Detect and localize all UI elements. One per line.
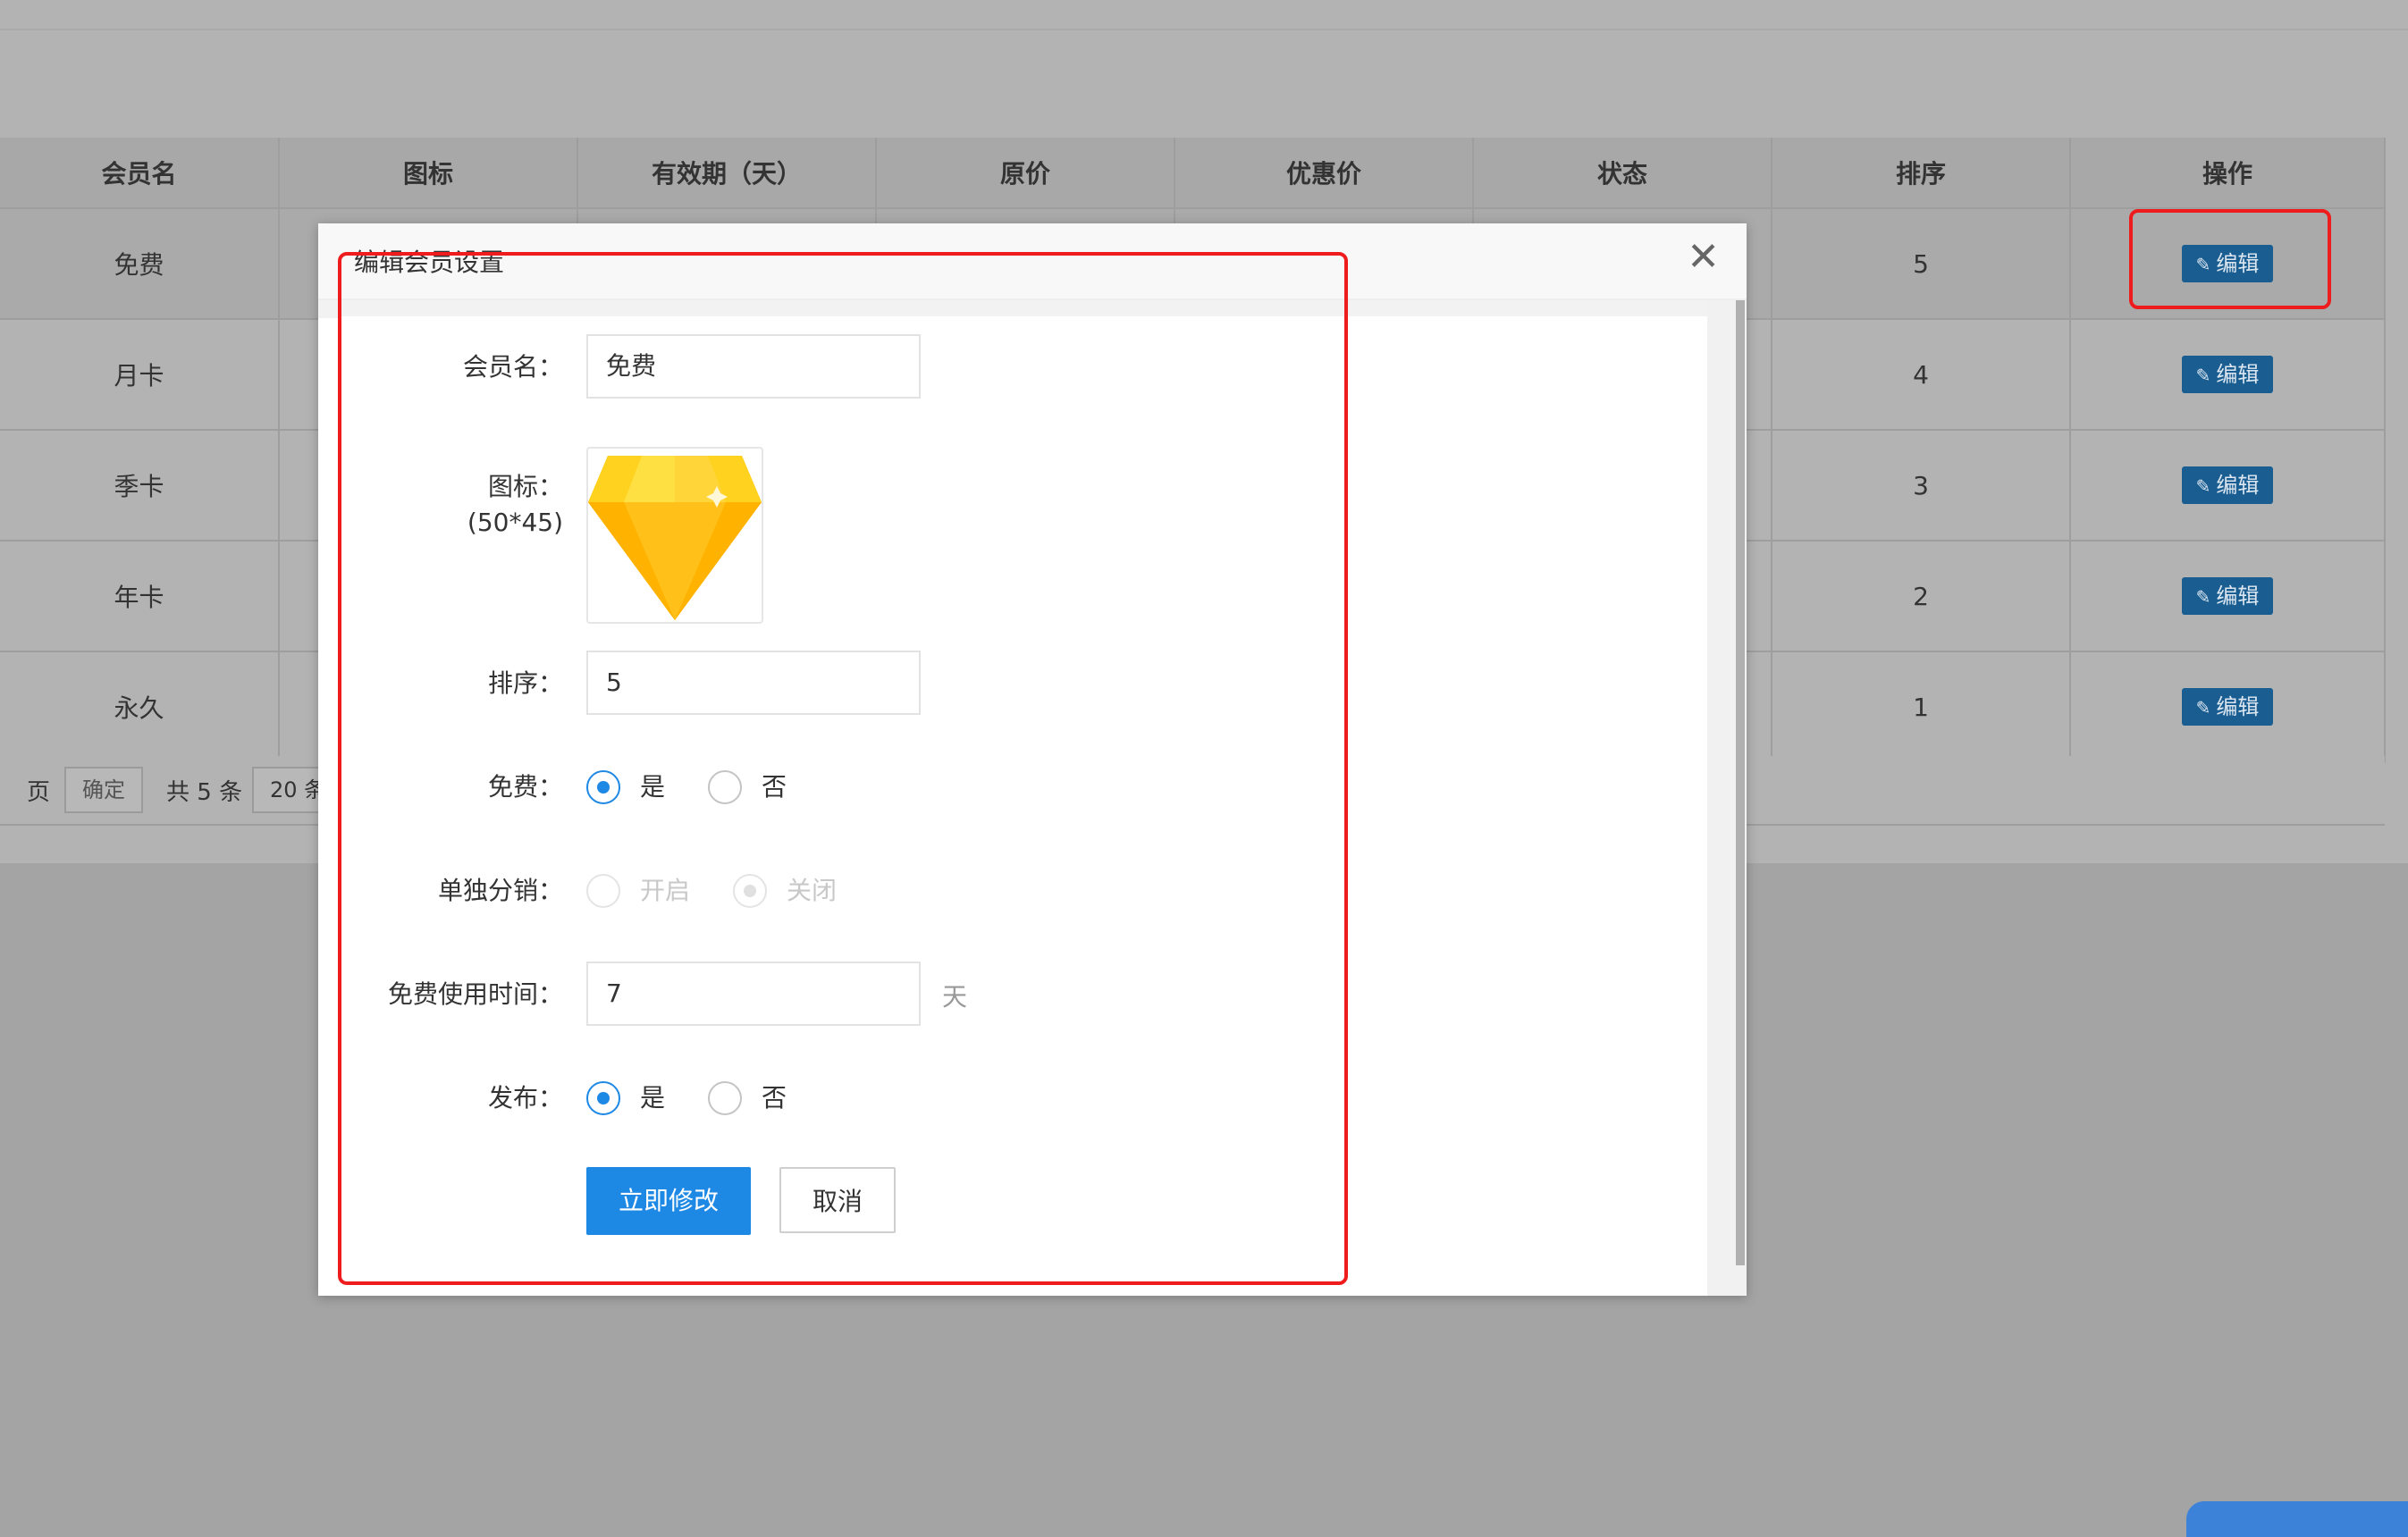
column-header: 操作 [2070,138,2386,209]
column-header: 原价 [876,138,1175,209]
member-name-cell: 永久 [0,651,280,763]
sort-cell: 4 [1772,319,2071,431]
column-header: 排序 [1772,138,2071,209]
page-confirm-button[interactable]: 确定 [64,767,143,813]
edit-button[interactable]: ✎ 编辑 [2182,688,2273,726]
sort-cell: 5 [1772,208,2071,320]
pencil-icon: ✎ [2195,697,2211,718]
table-header-row: 会员名 图标 有效期（天） 原价 优惠价 状态 排序 操作 [0,138,2386,209]
pencil-icon: ✎ [2195,365,2211,386]
member-name-cell: 免费 [0,208,280,320]
column-header: 优惠价 [1175,138,1474,209]
sort-cell: 1 [1772,651,2071,763]
column-header: 状态 [1473,138,1772,209]
member-name-cell: 月卡 [0,319,280,431]
divider [0,29,2408,30]
column-header: 图标 [279,138,578,209]
close-icon[interactable]: ✕ [1687,238,1720,277]
total-count: 共 5 条 [166,779,243,806]
scrollbar-thumb[interactable] [1736,300,1745,1265]
pencil-icon: ✎ [2195,475,2211,497]
sort-cell: 3 [1772,430,2071,542]
column-header: 会员名 [0,138,280,209]
page-label: 页 [27,779,51,806]
action-cell: ✎ 编辑 [2070,541,2386,652]
action-cell: ✎ 编辑 [2070,319,2386,431]
edit-button[interactable]: ✎ 编辑 [2182,577,2273,615]
action-cell: ✎ 编辑 [2070,430,2386,542]
edit-button[interactable]: ✎ 编辑 [2182,356,2273,393]
edit-button[interactable]: ✎ 编辑 [2182,466,2273,504]
highlight-box-form [338,252,1348,1285]
pencil-icon: ✎ [2195,586,2211,608]
sort-cell: 2 [1772,541,2071,652]
member-name-cell: 年卡 [0,541,280,652]
highlight-box-edit [2129,209,2331,309]
floating-widget[interactable] [2186,1501,2408,1537]
action-cell: ✎ 编辑 [2070,651,2386,763]
column-header: 有效期（天） [577,138,877,209]
member-name-cell: 季卡 [0,430,280,542]
